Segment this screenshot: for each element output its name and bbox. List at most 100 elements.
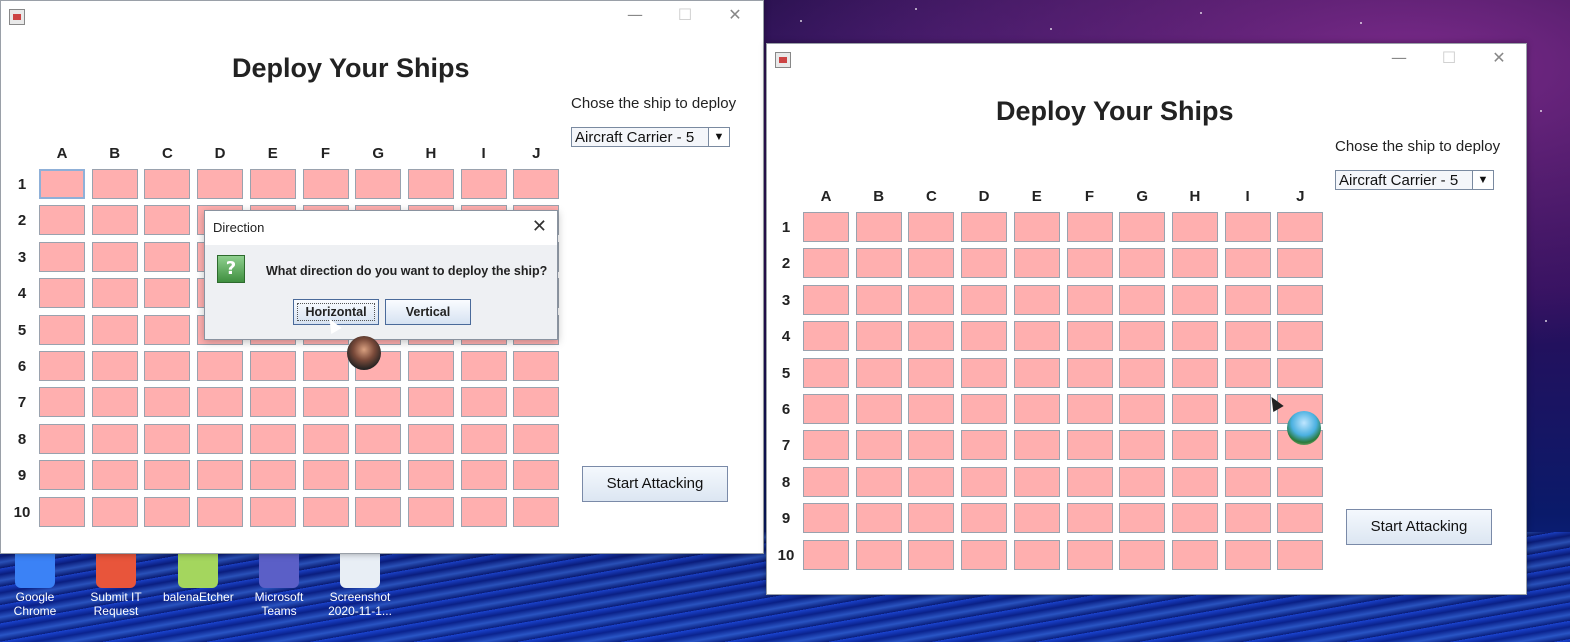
desktop-icon[interactable]: balenaEtcher: [163, 548, 234, 604]
grid-cell-C9[interactable]: [908, 503, 955, 534]
grid-cell-D10[interactable]: [197, 496, 244, 527]
grid-cell-C10[interactable]: [908, 539, 955, 570]
grid-cell-C6[interactable]: [908, 394, 955, 424]
grid-cell-I6[interactable]: [460, 351, 507, 381]
grid-cell-J2[interactable]: [1277, 248, 1324, 279]
grid-cell-J10[interactable]: [1277, 539, 1324, 570]
grid-cell-F7[interactable]: [1066, 430, 1113, 461]
close-button[interactable]: ✕: [720, 5, 750, 24]
grid-cell-H6[interactable]: [1171, 394, 1218, 424]
grid-cell-G9[interactable]: [355, 460, 402, 491]
desktop-icon[interactable]: Microsoft Teams: [244, 548, 314, 618]
chevron-down-icon[interactable]: ▼: [708, 128, 729, 146]
grid-cell-A1[interactable]: [39, 169, 85, 199]
grid-cell-D8[interactable]: [197, 423, 244, 454]
grid-cell-J6[interactable]: [513, 351, 560, 381]
grid-cell-F9[interactable]: [1066, 503, 1113, 534]
grid-cell-B8[interactable]: [855, 466, 902, 497]
grid-cell-A4[interactable]: [803, 321, 849, 352]
grid-cell-A6[interactable]: [39, 351, 85, 381]
grid-cell-I10[interactable]: [460, 496, 507, 527]
grid-cell-H3[interactable]: [1171, 284, 1218, 315]
grid-cell-F5[interactable]: [1066, 357, 1113, 388]
grid-cell-A8[interactable]: [39, 423, 85, 454]
grid-cell-F3[interactable]: [1066, 284, 1113, 315]
grid-cell-C9[interactable]: [144, 460, 191, 491]
grid-cell-A7[interactable]: [39, 387, 85, 418]
close-icon[interactable]: ✕: [532, 216, 547, 237]
grid-cell-H1[interactable]: [407, 169, 454, 199]
grid-cell-C10[interactable]: [144, 496, 191, 527]
grid-cell-B9[interactable]: [855, 503, 902, 534]
start-attacking-button[interactable]: Start Attacking: [582, 466, 728, 502]
vertical-button[interactable]: Vertical: [385, 299, 471, 325]
grid-cell-E9[interactable]: [1013, 503, 1060, 534]
grid-cell-A10[interactable]: [39, 496, 85, 527]
grid-cell-H2[interactable]: [1171, 248, 1218, 279]
grid-cell-H9[interactable]: [1171, 503, 1218, 534]
grid-cell-I4[interactable]: [1224, 321, 1271, 352]
grid-cell-B8[interactable]: [91, 423, 138, 454]
grid-cell-A8[interactable]: [803, 466, 849, 497]
grid-cell-A5[interactable]: [803, 357, 849, 388]
grid-cell-H1[interactable]: [1171, 212, 1218, 242]
grid-cell-A9[interactable]: [803, 503, 849, 534]
grid-cell-F10[interactable]: [302, 496, 349, 527]
chevron-down-icon[interactable]: ▼: [1472, 171, 1493, 189]
grid-cell-D2[interactable]: [961, 248, 1008, 279]
grid-cell-F4[interactable]: [1066, 321, 1113, 352]
grid-cell-B7[interactable]: [91, 387, 138, 418]
grid-cell-A5[interactable]: [39, 314, 85, 345]
grid-cell-B4[interactable]: [91, 278, 138, 309]
grid-cell-B3[interactable]: [91, 241, 138, 272]
grid-cell-I5[interactable]: [1224, 357, 1271, 388]
grid-cell-C1[interactable]: [144, 169, 191, 199]
grid-cell-G7[interactable]: [355, 387, 402, 418]
grid-cell-F8[interactable]: [1066, 466, 1113, 497]
grid-cell-F7[interactable]: [302, 387, 349, 418]
grid-cell-C5[interactable]: [908, 357, 955, 388]
desktop-icon[interactable]: Google Chrome: [0, 548, 70, 618]
grid-cell-H8[interactable]: [1171, 466, 1218, 497]
grid-cell-D6[interactable]: [197, 351, 244, 381]
grid-cell-E10[interactable]: [249, 496, 296, 527]
grid-cell-C3[interactable]: [908, 284, 955, 315]
grid-cell-H4[interactable]: [1171, 321, 1218, 352]
grid-cell-B3[interactable]: [855, 284, 902, 315]
grid-cell-A9[interactable]: [39, 460, 85, 491]
grid-cell-B6[interactable]: [855, 394, 902, 424]
grid-cell-C6[interactable]: [144, 351, 191, 381]
grid-cell-I6[interactable]: [1224, 394, 1271, 424]
grid-cell-F6[interactable]: [1066, 394, 1113, 424]
grid-cell-G1[interactable]: [1119, 212, 1166, 242]
grid-cell-E6[interactable]: [1013, 394, 1060, 424]
grid-cell-D7[interactable]: [961, 430, 1008, 461]
grid-cell-J9[interactable]: [513, 460, 560, 491]
grid-cell-C7[interactable]: [908, 430, 955, 461]
grid-cell-I8[interactable]: [460, 423, 507, 454]
grid-cell-E5[interactable]: [1013, 357, 1060, 388]
grid-cell-F10[interactable]: [1066, 539, 1113, 570]
ship-select[interactable]: Aircraft Carrier - 5 ▼: [571, 127, 730, 147]
grid-cell-B7[interactable]: [855, 430, 902, 461]
grid-cell-C2[interactable]: [908, 248, 955, 279]
grid-cell-B9[interactable]: [91, 460, 138, 491]
grid-cell-I3[interactable]: [1224, 284, 1271, 315]
grid-cell-F1[interactable]: [1066, 212, 1113, 242]
grid-cell-C8[interactable]: [144, 423, 191, 454]
grid-cell-E4[interactable]: [1013, 321, 1060, 352]
grid-cell-D3[interactable]: [961, 284, 1008, 315]
grid-cell-E7[interactable]: [1013, 430, 1060, 461]
grid-cell-F1[interactable]: [302, 169, 349, 199]
right-game-window[interactable]: — ☐ ✕ Deploy Your Ships Chose the ship t…: [766, 43, 1527, 595]
grid-cell-A4[interactable]: [39, 278, 85, 309]
grid-cell-F2[interactable]: [1066, 248, 1113, 279]
grid-cell-B5[interactable]: [855, 357, 902, 388]
grid-cell-H7[interactable]: [407, 387, 454, 418]
grid-cell-A1[interactable]: [803, 212, 849, 242]
grid-cell-B2[interactable]: [91, 205, 138, 236]
grid-cell-H5[interactable]: [1171, 357, 1218, 388]
grid-cell-F9[interactable]: [302, 460, 349, 491]
grid-cell-I1[interactable]: [1224, 212, 1271, 242]
grid-cell-A2[interactable]: [39, 205, 85, 236]
